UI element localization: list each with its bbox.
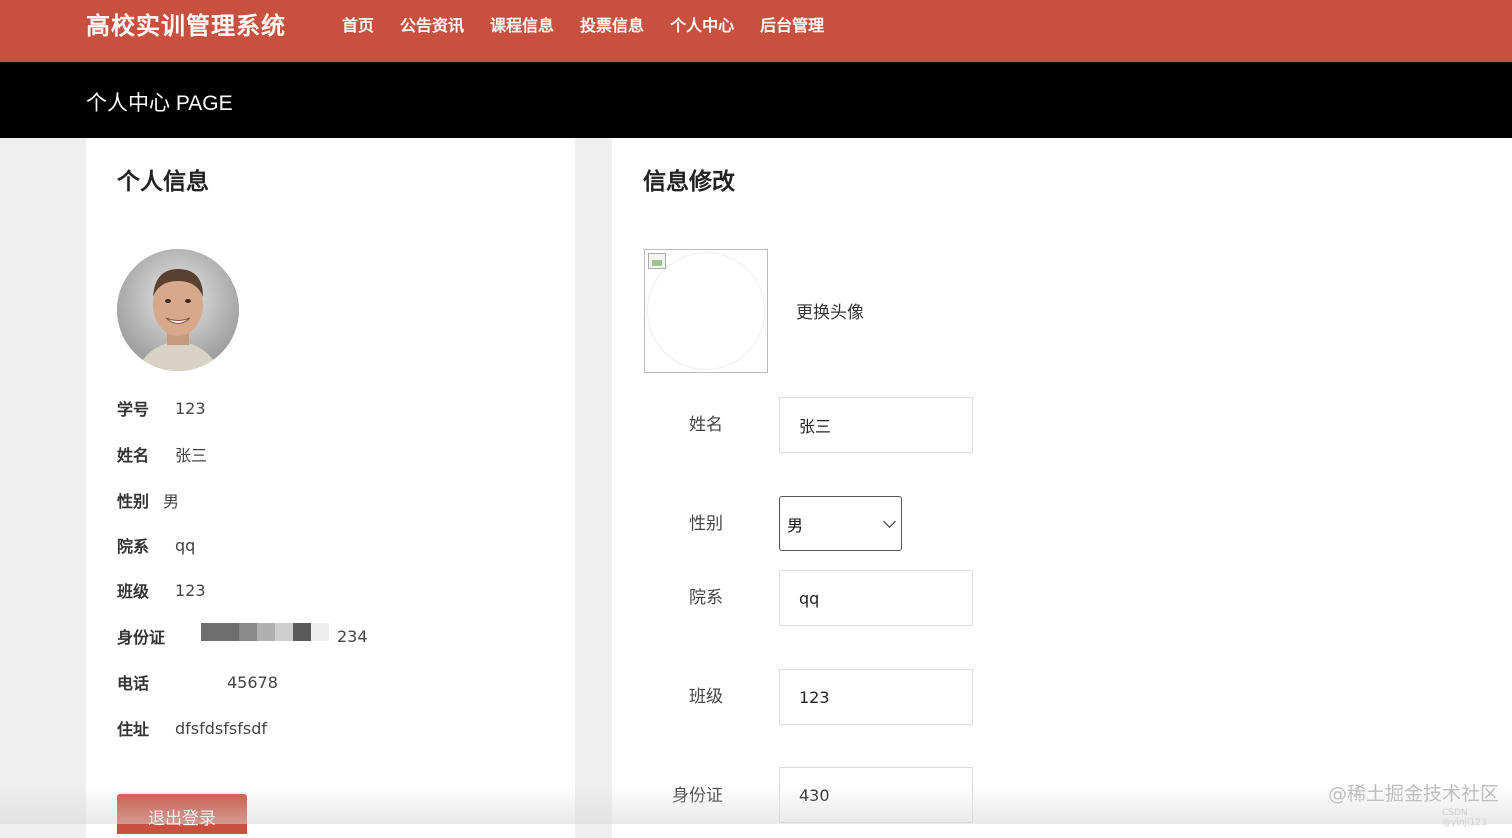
info-row-id-card: 身份证 234 bbox=[117, 623, 368, 648]
name-input[interactable]: 张三 bbox=[779, 397, 973, 453]
nav-personal-center[interactable]: 个人中心 bbox=[670, 12, 734, 36]
site-logo[interactable]: 高校实训管理系统 bbox=[86, 6, 286, 41]
broken-image-icon bbox=[648, 253, 666, 269]
info-label: 住址 bbox=[117, 720, 150, 739]
edit-title: 信息修改 bbox=[643, 169, 735, 195]
edit-panel: 信息修改 更换头像 姓名 张三 性别 男 院系 qq 班级 123 身份证 43… bbox=[612, 138, 1512, 838]
logout-button[interactable]: 退出登录 bbox=[117, 794, 247, 834]
id-card-label: 身份证 bbox=[672, 786, 723, 806]
redacted-block bbox=[201, 623, 333, 641]
info-row-address: 住址 dfsfdsfsfsdf bbox=[117, 716, 267, 740]
info-value: 123 bbox=[175, 580, 206, 600]
profile-title: 个人信息 bbox=[117, 169, 209, 195]
watermark: @稀土掘金技术社区 bbox=[1328, 783, 1500, 805]
info-label: 性别 bbox=[117, 492, 150, 511]
info-value: dfsfdsfsfsdf bbox=[175, 718, 267, 738]
top-nav-bar: 高校实训管理系统 首页 公告资讯 课程信息 投票信息 个人中心 后台管理 bbox=[0, 0, 1512, 62]
page-banner: 个人中心 PAGE bbox=[0, 62, 1512, 138]
info-value: 123 bbox=[175, 398, 206, 418]
nav-votes[interactable]: 投票信息 bbox=[580, 12, 644, 36]
avatar-upload[interactable] bbox=[644, 249, 768, 373]
info-label: 姓名 bbox=[117, 446, 150, 465]
avatar bbox=[117, 249, 239, 371]
profile-panel: 个人信息 学号 123 姓名 张三 性别 男 院系 qq 班级 123 身份证 … bbox=[86, 138, 575, 838]
info-value: 234 bbox=[337, 626, 368, 646]
gender-select[interactable]: 男 bbox=[779, 496, 902, 551]
id-card-input[interactable]: 430 bbox=[779, 767, 973, 823]
info-label: 班级 bbox=[117, 582, 150, 601]
info-row-phone: 电话 45678 bbox=[117, 670, 278, 694]
nav-courses[interactable]: 课程信息 bbox=[490, 12, 554, 36]
watermark-small: CSDN @yinji123 bbox=[1442, 808, 1487, 828]
class-label: 班级 bbox=[689, 687, 723, 707]
info-row-gender: 性别 男 bbox=[117, 488, 179, 512]
nav-home[interactable]: 首页 bbox=[342, 12, 374, 36]
info-value: 45678 bbox=[227, 672, 278, 692]
info-label: 院系 bbox=[117, 537, 150, 556]
info-value: 张三 bbox=[175, 446, 208, 465]
name-label: 姓名 bbox=[689, 415, 723, 435]
info-value: 男 bbox=[163, 492, 180, 511]
info-label: 身份证 bbox=[117, 628, 166, 647]
main-nav: 首页 公告资讯 课程信息 投票信息 个人中心 后台管理 bbox=[342, 12, 824, 36]
info-label: 学号 bbox=[117, 400, 150, 419]
nav-admin[interactable]: 后台管理 bbox=[760, 12, 824, 36]
avatar-preview bbox=[647, 252, 765, 370]
info-row-department: 院系 qq bbox=[117, 533, 195, 557]
info-label: 电话 bbox=[117, 674, 150, 693]
gender-select-value: 男 bbox=[787, 515, 804, 535]
nav-announcements[interactable]: 公告资讯 bbox=[400, 12, 464, 36]
avatar-photo bbox=[117, 249, 239, 371]
info-row-class: 班级 123 bbox=[117, 578, 206, 602]
page-title: 个人中心 PAGE bbox=[86, 92, 233, 115]
info-value: qq bbox=[175, 535, 196, 555]
change-avatar-button[interactable]: 更换头像 bbox=[796, 298, 864, 323]
department-input[interactable]: qq bbox=[779, 570, 973, 626]
chevron-down-icon bbox=[883, 514, 896, 528]
gender-label: 性别 bbox=[689, 514, 723, 534]
info-row-name: 姓名 张三 bbox=[117, 442, 207, 466]
class-input[interactable]: 123 bbox=[779, 669, 973, 725]
info-row-student-id: 学号 123 bbox=[117, 396, 206, 420]
department-label: 院系 bbox=[689, 588, 723, 608]
